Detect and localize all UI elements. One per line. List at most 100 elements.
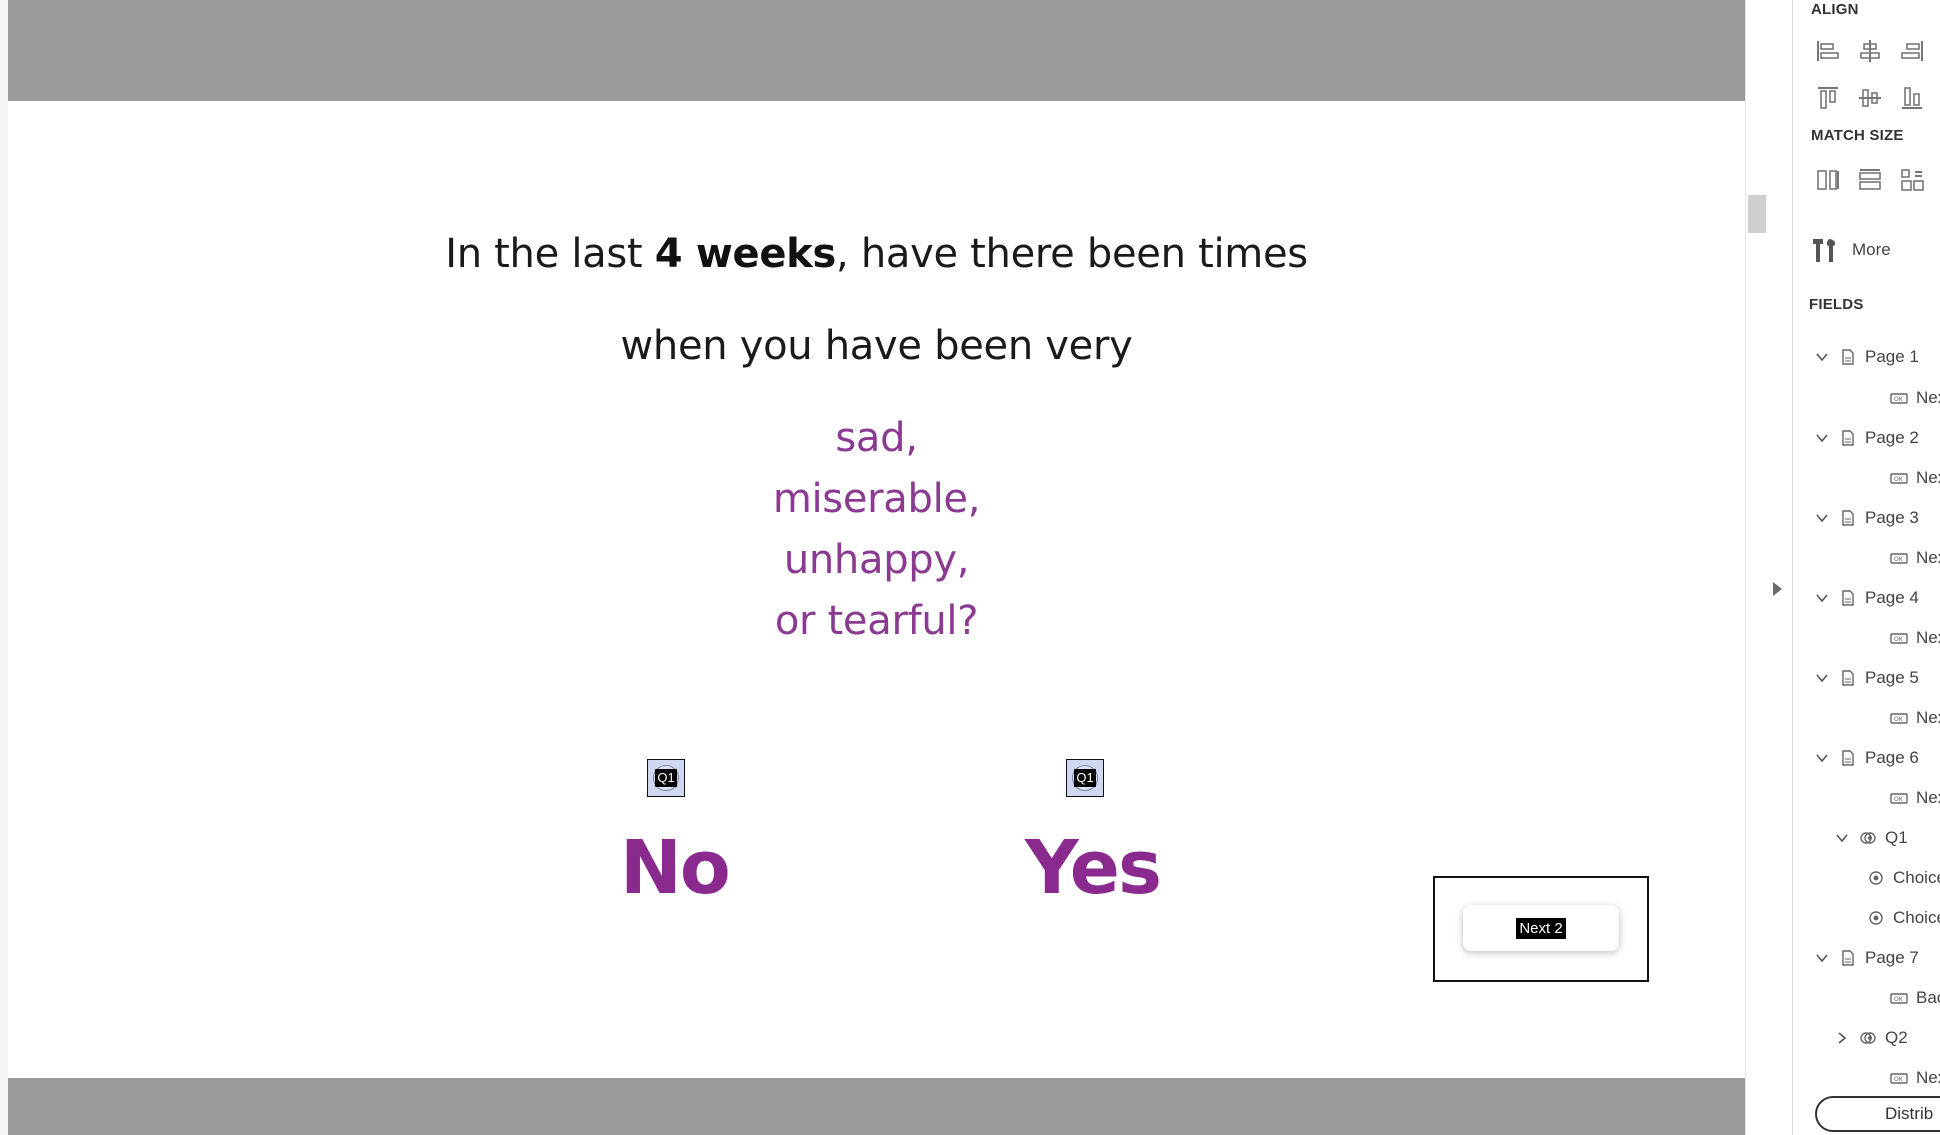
radio-choice-icon	[1867, 869, 1885, 887]
page-icon	[1839, 348, 1857, 366]
align-right-icon[interactable]	[1899, 38, 1925, 64]
button-field-icon: OK	[1890, 389, 1908, 407]
tree-field-next-2-0[interactable]: OK Next 2#0	[1890, 545, 1940, 571]
tree-page-2[interactable]: Page 2	[1815, 425, 1919, 451]
tree-field-next-2-1[interactable]: OK Next 2#1	[1890, 785, 1940, 811]
chevron-down-icon[interactable]	[1815, 591, 1829, 605]
collapse-panel-icon[interactable]	[1773, 582, 1782, 596]
more-label: More	[1852, 240, 1891, 259]
tree-label: Page 4	[1865, 588, 1919, 607]
match-both-icon[interactable]	[1899, 167, 1925, 193]
chevron-down-icon[interactable]	[1815, 671, 1829, 685]
tree-label: Next	[1916, 388, 1940, 407]
field-name-tag: Q1	[1074, 769, 1096, 787]
svg-text:OK: OK	[1894, 396, 1904, 403]
tree-label: Page 3	[1865, 508, 1919, 527]
tree-label: Next 5	[1916, 708, 1940, 727]
tree-label: Next 2#1	[1916, 788, 1940, 807]
align-center-horizontal-icon[interactable]	[1857, 38, 1883, 64]
chevron-down-icon[interactable]	[1815, 511, 1829, 525]
field-name-tag: Next 2	[1516, 917, 1566, 939]
tree-label: Page 2	[1865, 428, 1919, 447]
svg-text:OK: OK	[1894, 716, 1904, 723]
radio-group-icon	[1859, 1029, 1877, 1047]
align-bottom-icon[interactable]	[1899, 85, 1925, 111]
tree-label: Q2	[1885, 1028, 1908, 1047]
svg-text:OK: OK	[1894, 796, 1904, 803]
answer-yes-label: Yes	[1025, 825, 1162, 911]
button-field-icon: OK	[1890, 789, 1908, 807]
chevron-down-icon[interactable]	[1835, 831, 1849, 845]
tree-field-next-6[interactable]: OK Next 6	[1890, 1065, 1940, 1091]
svg-text:OK: OK	[1894, 476, 1904, 483]
radio-field-no[interactable]: Q1	[647, 759, 685, 797]
tree-label: Page 1	[1865, 347, 1919, 366]
chevron-down-icon[interactable]	[1815, 951, 1829, 965]
page-icon	[1839, 589, 1857, 607]
tree-page-6[interactable]: Page 6	[1815, 745, 1919, 771]
align-top-icon[interactable]	[1815, 85, 1841, 111]
tree-group-q2[interactable]: Q2	[1835, 1025, 1908, 1051]
mood-word: miserable,	[772, 476, 981, 522]
button-field-icon: OK	[1890, 989, 1908, 1007]
tree-field-choice-1[interactable]: Choice	[1867, 865, 1940, 891]
tree-label: Page 5	[1865, 668, 1919, 687]
tree-label: Next 2#0	[1916, 548, 1940, 567]
tree-field-next-5[interactable]: OK Next 5	[1890, 705, 1940, 731]
page-icon	[1839, 669, 1857, 687]
chevron-down-icon[interactable]	[1815, 350, 1829, 364]
more-tools-button[interactable]: More	[1810, 235, 1891, 265]
tree-page-3[interactable]: Page 3	[1815, 505, 1919, 531]
tree-page-5[interactable]: Page 5	[1815, 665, 1919, 691]
chevron-down-icon[interactable]	[1815, 431, 1829, 445]
button-field-icon: OK	[1890, 1069, 1908, 1087]
tree-page-4[interactable]: Page 4	[1815, 585, 1919, 611]
tools-icon	[1810, 235, 1840, 265]
radio-group-icon	[1859, 829, 1877, 847]
page-gap-bottom	[8, 1078, 1745, 1135]
radio-button-icon: Q1	[653, 765, 679, 791]
tree-field-next-3[interactable]: OK Next 3	[1890, 465, 1940, 491]
tree-field-next-4[interactable]: OK Next 4	[1890, 625, 1940, 651]
tree-label: Choice	[1893, 908, 1940, 927]
tree-field-choice-2[interactable]: Choice	[1867, 905, 1940, 931]
radio-field-yes[interactable]: Q1	[1066, 759, 1104, 797]
question-line-1: In the last 4 weeks, have there been tim…	[445, 231, 1308, 277]
tree-label: Next 6	[1916, 1068, 1940, 1087]
question-emphasis: 4 weeks	[654, 231, 837, 277]
radio-button-icon: Q1	[1072, 765, 1098, 791]
tree-group-q1[interactable]: Q1	[1835, 825, 1908, 851]
chevron-down-icon[interactable]	[1815, 751, 1829, 765]
tree-label: Q1	[1885, 828, 1908, 847]
page-icon	[1839, 749, 1857, 767]
chevron-right-icon[interactable]	[1835, 1031, 1849, 1045]
question-line-2: when you have been very	[620, 323, 1133, 369]
tree-label: Choice	[1893, 868, 1940, 887]
match-height-icon[interactable]	[1815, 167, 1841, 193]
scrollbar-thumb[interactable]	[1748, 195, 1766, 233]
distribute-button[interactable]: Distrib	[1815, 1096, 1940, 1132]
match-width-icon[interactable]	[1857, 167, 1883, 193]
page-icon	[1839, 949, 1857, 967]
match-size-section-title: MATCH SIZE	[1811, 127, 1904, 144]
tree-field-back[interactable]: OK Back	[1890, 985, 1940, 1011]
radio-choice-icon	[1867, 909, 1885, 927]
svg-text:OK: OK	[1894, 636, 1904, 643]
align-center-vertical-icon[interactable]	[1857, 85, 1883, 111]
tree-field-next[interactable]: OK Next	[1890, 385, 1940, 411]
button-field-icon: OK	[1890, 709, 1908, 727]
next-button-field[interactable]: Next 2	[1463, 905, 1619, 951]
svg-text:OK: OK	[1894, 1076, 1904, 1083]
tree-label: Back	[1916, 988, 1940, 1007]
svg-text:OK: OK	[1894, 996, 1904, 1003]
tree-label: Next 4	[1916, 628, 1940, 647]
tree-page-7[interactable]: Page 7	[1815, 945, 1919, 971]
align-left-icon[interactable]	[1815, 38, 1841, 64]
mood-word: unhappy,	[783, 537, 970, 583]
selected-field-frame[interactable]: Next 2	[1433, 876, 1649, 982]
button-field-icon: OK	[1890, 549, 1908, 567]
panel-divider	[1792, 0, 1793, 1135]
mood-word: or tearful?	[774, 598, 979, 644]
button-field-icon: OK	[1890, 629, 1908, 647]
tree-page-1[interactable]: Page 1	[1815, 344, 1919, 370]
